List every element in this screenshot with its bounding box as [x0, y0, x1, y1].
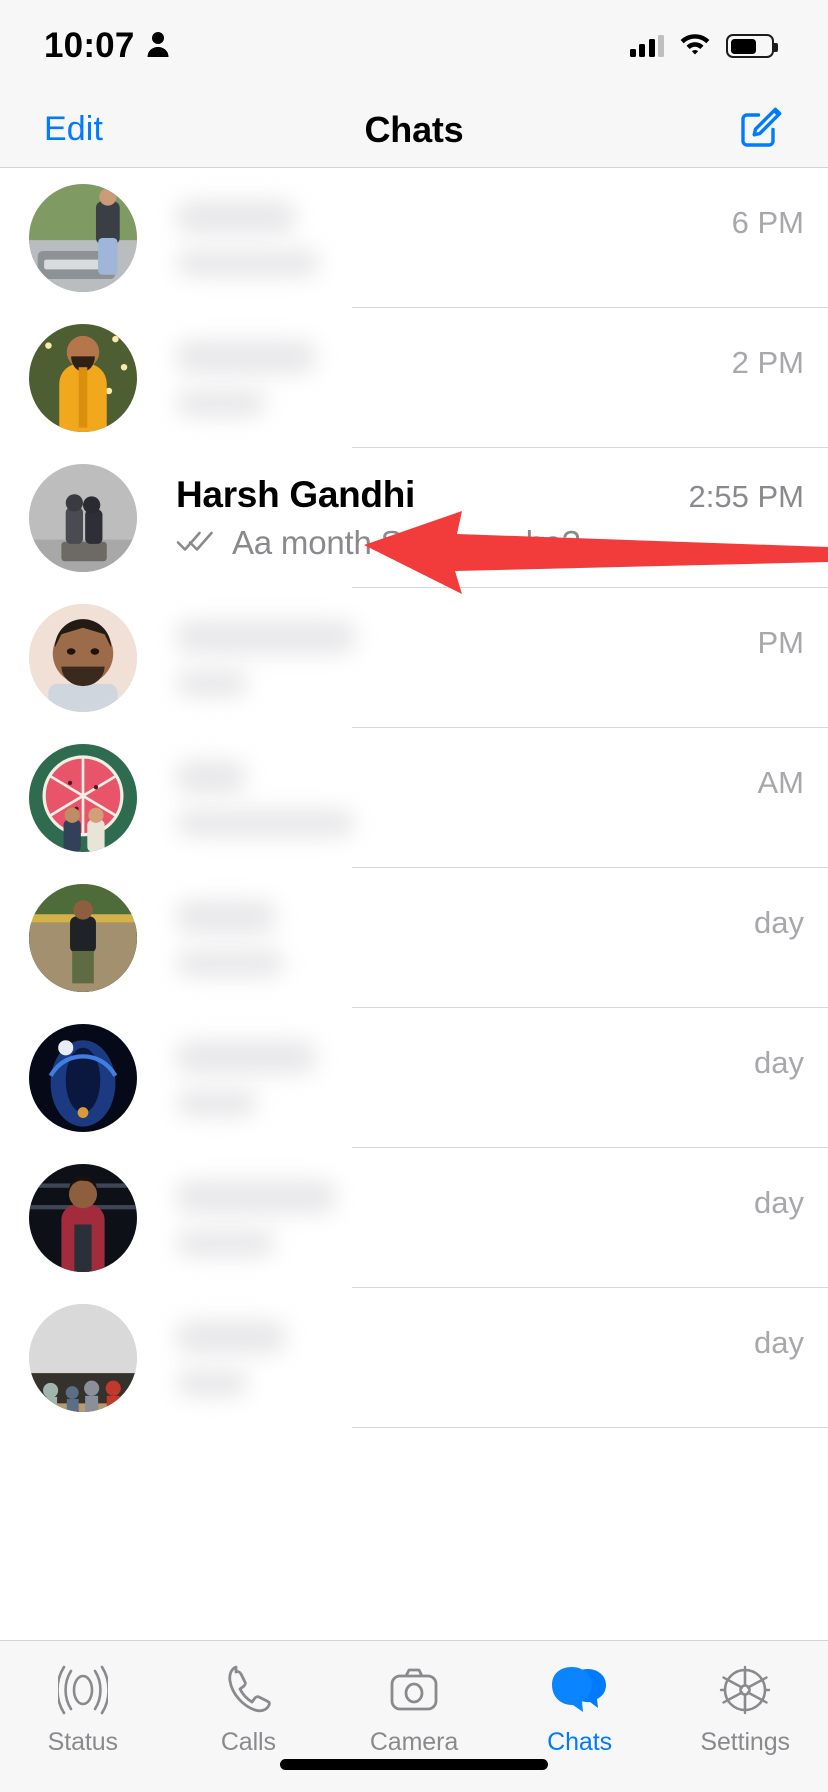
tab-settings[interactable]: Settings: [662, 1661, 828, 1757]
tab-label: Calls: [220, 1728, 276, 1756]
chat-item-body: day: [176, 1148, 828, 1288]
chat-list-item[interactable]: day: [0, 1008, 828, 1148]
page-title: Chats: [364, 108, 464, 150]
avatar: [29, 1024, 137, 1132]
tab-label: Status: [47, 1728, 118, 1756]
avatar: [29, 884, 137, 992]
chat-contact-name: [176, 1039, 316, 1074]
chat-contact-name: Harsh Gandhi: [176, 474, 415, 515]
chat-item-body: day: [176, 1008, 828, 1148]
chat-list[interactable]: 6 PM 2 PM Harsh Gandhi 2:55 PM Aa month …: [0, 168, 828, 1640]
chat-timestamp: day: [754, 1184, 804, 1220]
chat-message-preview: [176, 668, 248, 697]
chat-message-preview: [176, 1368, 248, 1397]
chat-item-body: day: [176, 1288, 828, 1428]
avatar: [29, 464, 137, 572]
chat-message-preview: [176, 948, 284, 977]
phone-icon: [223, 1661, 273, 1719]
chat-message-preview: Aa month Su Levu che?: [232, 524, 581, 561]
chat-message-preview: [176, 1088, 257, 1117]
avatar: [29, 324, 137, 432]
chat-bubbles-icon: [551, 1661, 609, 1719]
chat-list-item[interactable]: AM: [0, 728, 828, 868]
chat-list-item[interactable]: day: [0, 1288, 828, 1428]
tab-label: Chats: [547, 1728, 612, 1756]
status-bar-right: [629, 31, 778, 62]
home-indicator: [280, 1759, 548, 1770]
chat-item-body: Harsh Gandhi 2:55 PM Aa month Su Levu ch…: [176, 448, 828, 588]
chat-item-body: PM: [176, 588, 828, 728]
status-bar-left: 10:07: [44, 26, 170, 66]
compose-icon[interactable]: [738, 104, 784, 155]
tab-chats[interactable]: Chats: [497, 1661, 663, 1757]
chat-timestamp: day: [754, 1324, 804, 1360]
chat-contact-name: [176, 899, 276, 934]
chat-list-item[interactable]: 2 PM: [0, 308, 828, 448]
chat-list-item-harsh-gandhi[interactable]: Harsh Gandhi 2:55 PM Aa month Su Levu ch…: [0, 448, 828, 588]
gear-icon: [718, 1661, 772, 1719]
chat-list-item[interactable]: day: [0, 1148, 828, 1288]
chat-timestamp: day: [754, 1044, 804, 1080]
chat-contact-name: [176, 339, 316, 374]
status-rings-icon: [57, 1661, 108, 1719]
chat-timestamp: 2:55 PM: [688, 479, 804, 514]
person-icon: [146, 30, 170, 63]
camera-icon: [387, 1661, 441, 1719]
wifi-icon: [678, 31, 712, 62]
status-bar: 10:07: [0, 0, 828, 92]
chat-message-preview: [176, 248, 320, 277]
double-check-icon: [176, 528, 220, 559]
chat-contact-name: [176, 619, 356, 654]
chat-contact-name: [176, 759, 246, 794]
status-bar-clock: 10:07: [44, 26, 135, 65]
chat-timestamp: 6 PM: [731, 204, 804, 240]
cellular-signal-icon: [629, 35, 664, 57]
avatar: [29, 1164, 137, 1272]
tab-calls[interactable]: Calls: [166, 1661, 332, 1757]
chat-contact-name: [176, 1319, 286, 1354]
whatsapp-chats-screen: 10:07 Edit Chats 6 PM 2 PM Harsh Gandhi …: [0, 0, 828, 1792]
chat-item-body: day: [176, 868, 828, 1008]
avatar: [29, 184, 137, 292]
chat-timestamp: AM: [757, 764, 805, 800]
chat-timestamp: day: [754, 904, 804, 940]
chat-item-body: AM: [176, 728, 828, 868]
chat-list-item[interactable]: PM: [0, 588, 828, 728]
chat-message-preview: [176, 808, 356, 837]
avatar: [29, 604, 137, 712]
chat-message-preview: [176, 388, 266, 417]
nav-bar: Edit Chats: [0, 92, 828, 168]
chat-timestamp: 2 PM: [731, 344, 804, 380]
chat-item-body: 2 PM: [176, 308, 828, 448]
chat-item-body: 6 PM: [176, 168, 828, 308]
chat-timestamp: PM: [757, 624, 805, 660]
chat-contact-name: [176, 1179, 336, 1214]
tab-status[interactable]: Status: [0, 1661, 166, 1757]
battery-icon: [726, 34, 778, 58]
tab-label: Settings: [700, 1728, 790, 1756]
tab-camera[interactable]: Camera: [331, 1661, 497, 1757]
edit-button[interactable]: Edit: [44, 110, 103, 149]
chat-message-preview: [176, 1228, 275, 1257]
chat-list-item[interactable]: 6 PM: [0, 168, 828, 308]
chat-list-item[interactable]: day: [0, 868, 828, 1008]
chat-contact-name: [176, 199, 296, 234]
avatar: [29, 1304, 137, 1412]
tab-label: Camera: [369, 1728, 459, 1756]
avatar: [29, 744, 137, 852]
list-separator: [352, 1427, 828, 1428]
